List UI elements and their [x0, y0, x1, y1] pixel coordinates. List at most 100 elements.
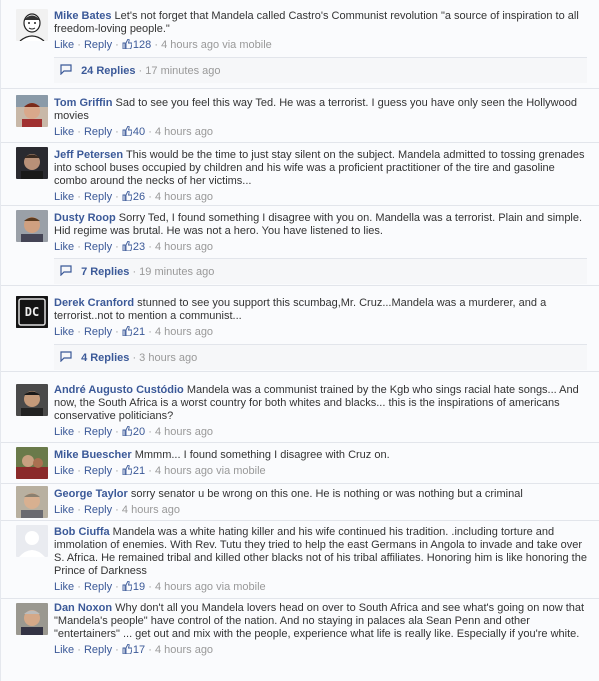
- avatar[interactable]: [16, 384, 48, 416]
- comment-text: Let's not forget that Mandela called Cas…: [54, 10, 579, 35]
- replies-bar[interactable]: 7 Replies · 19 minutes ago: [54, 258, 587, 284]
- avatar[interactable]: [16, 95, 48, 127]
- reply-link[interactable]: Reply: [84, 326, 112, 338]
- like-count[interactable]: 128: [122, 39, 151, 51]
- thumbs-up-icon: [122, 326, 132, 336]
- reply-link[interactable]: Reply: [84, 426, 112, 438]
- reply-link[interactable]: Reply: [84, 126, 112, 138]
- like-link[interactable]: Like: [54, 504, 74, 516]
- view-replies-link[interactable]: 24 Replies: [81, 65, 135, 77]
- reply-link[interactable]: Reply: [84, 241, 112, 253]
- comment-actions: Like · Reply · 26 · 4 hours ago: [54, 191, 214, 203]
- view-replies-link[interactable]: 7 Replies: [81, 266, 129, 278]
- timestamp[interactable]: 4 hours ago: [155, 581, 213, 593]
- comment-text: Mmmm... I found something I disagree wit…: [134, 449, 390, 461]
- comment-text: sorry senator u be wrong on this one. He…: [130, 488, 523, 500]
- reply-link[interactable]: Reply: [84, 644, 112, 656]
- comment: Tom Griffin Sad to see you feel this way…: [1, 89, 599, 142]
- view-replies-link[interactable]: 4 Replies: [81, 352, 129, 364]
- avatar[interactable]: [16, 147, 48, 179]
- commenter-name[interactable]: Bob Ciuffa: [54, 526, 110, 538]
- comment-text: Sorry Ted, I found something I disagree …: [54, 212, 583, 237]
- like-link[interactable]: Like: [54, 426, 74, 438]
- timestamp[interactable]: 4 hours ago: [155, 326, 213, 338]
- via-label: via mobile: [216, 465, 266, 477]
- like-link[interactable]: Like: [54, 126, 74, 138]
- replies-bar[interactable]: 24 Replies · 17 minutes ago: [54, 57, 587, 83]
- like-count[interactable]: 20: [122, 426, 145, 438]
- like-link[interactable]: Like: [54, 39, 74, 51]
- reply-link[interactable]: Reply: [84, 581, 112, 593]
- comment-actions: Like · Reply · 40 · 4 hours ago: [54, 126, 214, 138]
- like-link[interactable]: Like: [54, 644, 74, 656]
- replies-timestamp: 19 minutes ago: [139, 266, 215, 278]
- thumbs-up-icon: [122, 126, 132, 136]
- like-count[interactable]: 21: [122, 465, 145, 477]
- commenter-name[interactable]: Mike Bates: [54, 10, 111, 22]
- thumbs-up-icon: [122, 241, 132, 251]
- comment: Dusty Roop Sorry Ted, I found something …: [1, 206, 599, 285]
- commenter-name[interactable]: André Augusto Custódio: [54, 384, 184, 396]
- commenter-name[interactable]: Mike Buescher: [54, 449, 132, 461]
- like-count[interactable]: 26: [122, 191, 145, 203]
- like-count[interactable]: 23: [122, 241, 145, 253]
- like-count[interactable]: 19: [122, 581, 145, 593]
- comment-actions: Like · Reply · 19 · 4 hours ago via mobi…: [54, 581, 266, 593]
- timestamp[interactable]: 4 hours ago: [155, 191, 213, 203]
- thumbs-up-icon: [122, 644, 132, 654]
- commenter-name[interactable]: Jeff Petersen: [54, 149, 123, 161]
- comment-actions: Like · Reply · 17 · 4 hours ago: [54, 644, 214, 656]
- like-count[interactable]: 17: [122, 644, 145, 656]
- timestamp[interactable]: 4 hours ago: [155, 465, 213, 477]
- comment: Mike Bates Let's not forget that Mandela…: [1, 0, 599, 88]
- commenter-name[interactable]: Tom Griffin: [54, 97, 112, 109]
- reply-arrow-icon: [60, 64, 72, 75]
- reply-link[interactable]: Reply: [84, 504, 112, 516]
- comment-actions: Like · Reply · 128 · 4 hours ago via mob…: [54, 39, 272, 51]
- timestamp[interactable]: 4 hours ago: [155, 426, 213, 438]
- comment-text: Sad to see you feel this way Ted. He was…: [54, 97, 577, 122]
- avatar[interactable]: [16, 9, 48, 41]
- comment-text: This would be the time to just stay sile…: [54, 149, 585, 187]
- thumbs-up-icon: [122, 39, 132, 49]
- reply-link[interactable]: Reply: [84, 465, 112, 477]
- comment: André Augusto Custódio Mandela was a com…: [1, 372, 599, 442]
- comment: DC Derek Cranford stunned to see you sup…: [1, 286, 599, 371]
- avatar-monogram: DC: [24, 305, 40, 319]
- like-link[interactable]: Like: [54, 241, 74, 253]
- like-count[interactable]: 40: [122, 126, 145, 138]
- avatar[interactable]: [16, 525, 48, 557]
- comment: Dan Noxon Why don't all you Mandela love…: [1, 599, 599, 681]
- replies-timestamp: 3 hours ago: [139, 352, 198, 364]
- like-link[interactable]: Like: [54, 191, 74, 203]
- comment-text: Why don't all you Mandela lovers head on…: [54, 602, 585, 640]
- replies-bar[interactable]: 4 Replies · 3 hours ago: [54, 344, 587, 370]
- reply-link[interactable]: Reply: [84, 39, 112, 51]
- commenter-name[interactable]: Dan Noxon: [54, 602, 112, 614]
- timestamp[interactable]: 4 hours ago: [155, 644, 213, 656]
- commenter-name[interactable]: George Taylor: [54, 488, 128, 500]
- like-link[interactable]: Like: [54, 465, 74, 477]
- commenter-name[interactable]: Dusty Roop: [54, 212, 116, 224]
- avatar[interactable]: [16, 447, 48, 479]
- avatar[interactable]: DC: [16, 296, 48, 328]
- avatar[interactable]: [16, 486, 48, 518]
- thumbs-up-icon: [122, 465, 132, 475]
- comment-actions: Like · Reply · 23 · 4 hours ago: [54, 241, 214, 253]
- thumbs-up-icon: [122, 191, 132, 201]
- commenter-name[interactable]: Derek Cranford: [54, 297, 134, 309]
- reply-link[interactable]: Reply: [84, 191, 112, 203]
- timestamp[interactable]: 4 hours ago: [122, 504, 180, 516]
- comment: George Taylor sorry senator u be wrong o…: [1, 484, 599, 520]
- like-link[interactable]: Like: [54, 326, 74, 338]
- avatar[interactable]: [16, 210, 48, 242]
- timestamp[interactable]: 4 hours ago: [155, 126, 213, 138]
- comment-actions: Like · Reply · 21 · 4 hours ago: [54, 326, 214, 338]
- comment-actions: Like · Reply · 21 · 4 hours ago via mobi…: [54, 465, 266, 477]
- like-link[interactable]: Like: [54, 581, 74, 593]
- timestamp[interactable]: 4 hours ago: [155, 241, 213, 253]
- like-count[interactable]: 21: [122, 326, 145, 338]
- comment-actions: Like · Reply · 4 hours ago: [54, 504, 181, 516]
- timestamp[interactable]: 4 hours ago: [161, 39, 219, 51]
- avatar[interactable]: [16, 603, 48, 635]
